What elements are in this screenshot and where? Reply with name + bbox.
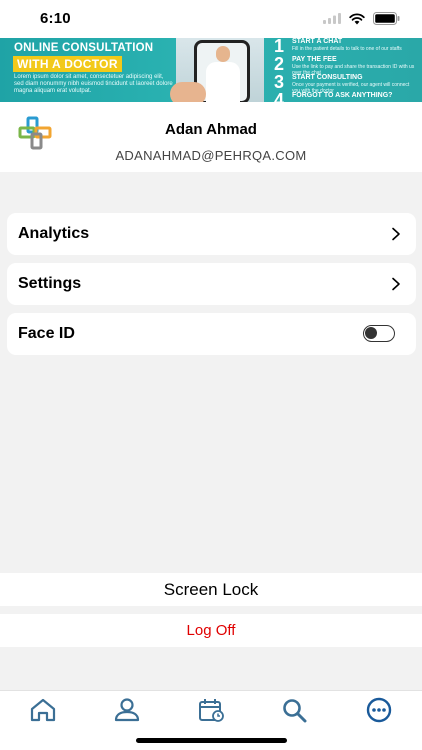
step-title: START CONSULTING: [292, 74, 363, 81]
hand-illustration: [170, 82, 206, 102]
tab-search[interactable]: [275, 695, 315, 729]
banner-steps: 1 START A CHAT Fill in the patient detai…: [272, 38, 422, 102]
tab-profile[interactable]: [107, 695, 147, 729]
status-time: 6:10: [40, 10, 71, 27]
tab-more[interactable]: [359, 695, 399, 729]
step-title: START A CHAT: [292, 38, 343, 45]
settings-row[interactable]: Settings: [7, 263, 416, 305]
analytics-row[interactable]: Analytics: [7, 213, 416, 255]
profile-name: Adan Ahmad: [165, 121, 257, 138]
step-number: 4: [274, 90, 285, 102]
step-title: PAY THE FEE: [292, 56, 337, 63]
chevron-right-icon: [390, 277, 402, 291]
face-id-row: Face ID: [7, 313, 416, 355]
battery-icon: [373, 12, 400, 25]
profile-email: ADANAHMAD@PEHRQA.COM: [115, 148, 307, 163]
tab-appointments[interactable]: [191, 695, 231, 729]
banner-step: 1 START A CHAT Fill in the patient detai…: [272, 38, 422, 56]
analytics-label: Analytics: [18, 225, 90, 242]
log-off-button[interactable]: Log Off: [0, 614, 422, 647]
settings-label: Settings: [18, 275, 82, 292]
tab-home[interactable]: [23, 695, 63, 729]
banner-step: 3 START CONSULTING Once your payment is …: [272, 72, 422, 94]
wifi-icon: [349, 12, 365, 25]
status-bar: 6:10: [0, 0, 422, 38]
step-title: FORGOT TO ASK ANYTHING?: [292, 92, 393, 99]
promo-banner[interactable]: ONLINE CONSULTATION WITH A DOCTOR Lorem …: [0, 38, 422, 102]
screen-lock-button[interactable]: Screen Lock: [0, 573, 422, 606]
home-icon: [29, 697, 57, 728]
search-icon: [281, 697, 309, 728]
banner-title: ONLINE CONSULTATION: [14, 42, 154, 54]
doctor-coat: [206, 62, 240, 102]
profile-icon: [113, 697, 141, 728]
banner-body: Lorem ipsum dolor sit amet, consectetuer…: [14, 74, 173, 94]
signal-icon: [323, 13, 341, 24]
profile-header: Adan Ahmad ADANAHMAD@PEHRQA.COM: [0, 102, 422, 172]
status-icons: [323, 12, 400, 25]
appointments-icon: [197, 697, 225, 728]
chevron-right-icon: [390, 227, 402, 241]
face-id-label: Face ID: [18, 325, 75, 342]
step-text: Fill in the patient details to talk to o…: [292, 46, 402, 52]
banner-highlight: WITH A DOCTOR: [13, 56, 122, 72]
face-id-toggle[interactable]: [363, 325, 395, 342]
banner-step: 2 PAY THE FEE Use the link to pay and sh…: [272, 54, 422, 76]
banner-step: 4 FORGOT TO ASK ANYTHING?: [272, 90, 422, 102]
home-indicator: [136, 738, 287, 743]
doctor-head: [216, 46, 230, 62]
more-icon: [365, 697, 393, 728]
toggle-knob: [365, 327, 377, 339]
